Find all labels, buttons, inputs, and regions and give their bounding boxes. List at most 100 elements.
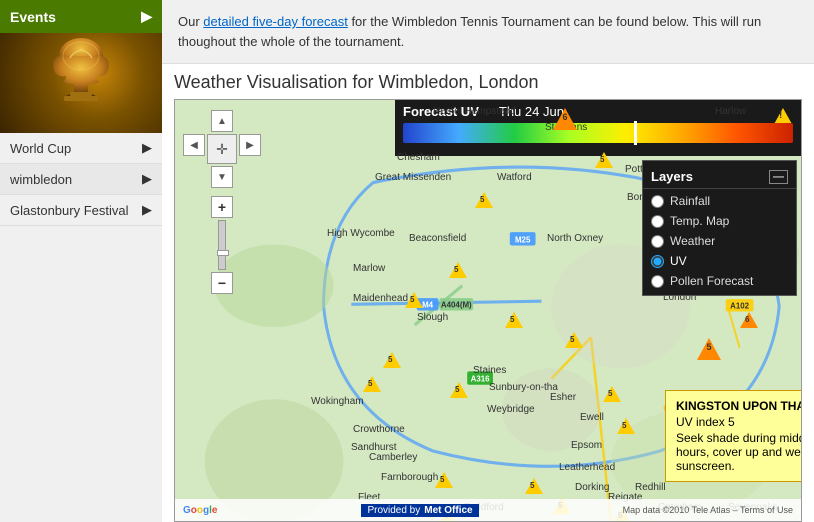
sidebar-item-world-cup[interactable]: World Cup ▶	[0, 133, 162, 164]
svg-text:M4: M4	[422, 300, 433, 309]
uv-triangle-icon	[603, 386, 621, 402]
sidebar-title: Events	[10, 9, 56, 25]
uv-triangle-icon	[435, 472, 453, 488]
sidebar-item-label: wimbledon	[10, 172, 72, 187]
sidebar-item-label: Glastonbury Festival	[10, 203, 129, 218]
uv-marker	[449, 262, 467, 278]
map-background: A316 M25 M4 A404(M) A102	[175, 100, 801, 521]
layer-radio-weather[interactable]	[651, 235, 664, 248]
uv-triangle-icon	[740, 312, 758, 328]
uv-marker	[565, 332, 583, 348]
zoom-slider[interactable]	[218, 220, 226, 270]
uv-triangle-icon	[383, 352, 401, 368]
nav-controls: ▲ ◀ ✛ ▶ ▼ + −	[183, 110, 261, 294]
sidebar-item-wimbledon[interactable]: wimbledon ▶	[0, 164, 162, 195]
uv-marker	[505, 312, 523, 328]
sidebar: Events ▶ World Cup ▶ wimbledon	[0, 0, 162, 522]
nav-up-button[interactable]: ▲	[211, 110, 233, 132]
zoom-slider-thumb	[217, 250, 229, 256]
layer-radio-tempmap[interactable]	[651, 215, 664, 228]
nav-center-button[interactable]: ✛	[207, 134, 237, 164]
nav-right-button[interactable]: ▶	[239, 134, 261, 156]
sidebar-item-arrow-icon: ▶	[142, 202, 152, 218]
uv-triangle-icon	[405, 292, 423, 308]
sidebar-item-arrow-icon: ▶	[142, 171, 152, 187]
intro-box: Our detailed five-day forecast for the W…	[162, 0, 814, 64]
map-section: Weather Visualisation for Wimbledon, Lon…	[162, 64, 814, 522]
layer-label: Rainfall	[670, 194, 710, 208]
layers-panel: Layers — Rainfall Temp. Map Weather	[642, 160, 797, 296]
layer-item-pollen[interactable]: Pollen Forecast	[643, 271, 796, 291]
sidebar-arrow-icon: ▶	[141, 8, 152, 25]
sidebar-item-arrow-icon: ▶	[142, 140, 152, 156]
layer-label: UV	[670, 254, 687, 268]
layer-item-tempmap[interactable]: Temp. Map	[643, 211, 796, 231]
sidebar-nav: World Cup ▶ wimbledon ▶ Glastonbury Fest…	[0, 133, 162, 226]
metoffice-label: Met Office	[424, 505, 472, 516]
uv-triangle-icon	[505, 312, 523, 328]
layer-label: Weather	[670, 234, 715, 248]
uv-triangle-icon	[595, 152, 613, 168]
uv-triangle-icon	[617, 418, 635, 434]
metoffice-badge: Provided by Met Office	[361, 504, 478, 517]
uv-marker	[525, 478, 543, 494]
tooltip-uv: UV index 5	[676, 415, 802, 429]
forecast-gradient-bar	[403, 123, 793, 143]
uv-marker	[697, 338, 721, 360]
uv-triangle-icon	[697, 338, 721, 360]
layers-collapse-button[interactable]: —	[769, 170, 788, 184]
uv-marker	[740, 312, 758, 328]
uv-marker	[603, 386, 621, 402]
uv-marker	[595, 152, 613, 168]
trophy-icon	[46, 38, 116, 128]
uv-triangle-icon	[449, 262, 467, 278]
map-tooltip: KINGSTON UPON THAMES UV index 5 Seek sha…	[665, 390, 802, 482]
uv-marker	[405, 292, 423, 308]
svg-text:A316: A316	[471, 375, 490, 384]
uv-triangle-icon	[363, 376, 381, 392]
forecast-link[interactable]: detailed five-day forecast	[203, 14, 348, 29]
uv-marker	[435, 472, 453, 488]
uv-marker	[383, 352, 401, 368]
map-footer: Google Provided by Met Office Map data ©…	[175, 499, 801, 521]
forecast-bar: Forecast UV Thu 24 Jun	[395, 100, 801, 156]
layer-radio-uv[interactable]	[651, 255, 664, 268]
uv-marker	[363, 376, 381, 392]
sidebar-item-label: World Cup	[10, 141, 71, 156]
uv-triangle-icon	[450, 382, 468, 398]
tooltip-title: KINGSTON UPON THAMES	[676, 399, 802, 413]
layer-item-rainfall[interactable]: Rainfall	[643, 191, 796, 211]
layer-label: Temp. Map	[670, 214, 729, 228]
svg-text:M25: M25	[515, 235, 531, 244]
svg-text:A102: A102	[730, 301, 749, 310]
uv-marker	[553, 108, 577, 130]
google-logo: Google	[183, 505, 217, 516]
map-container[interactable]: A316 M25 M4 A404(M) A102	[174, 99, 802, 522]
layers-title: Layers	[651, 169, 693, 184]
svg-text:A404(M): A404(M)	[441, 300, 472, 309]
layer-radio-pollen[interactable]	[651, 275, 664, 288]
layers-header: Layers —	[643, 165, 796, 189]
nav-left-button[interactable]: ◀	[183, 134, 205, 156]
uv-triangle-icon	[553, 108, 577, 130]
intro-text-before: Our	[178, 14, 203, 29]
forecast-label: Forecast UV	[403, 104, 479, 119]
forecast-indicator	[634, 121, 637, 145]
uv-triangle-icon	[525, 478, 543, 494]
layer-radio-rainfall[interactable]	[651, 195, 664, 208]
sidebar-item-glastonbury[interactable]: Glastonbury Festival ▶	[0, 195, 162, 226]
uv-marker	[450, 382, 468, 398]
zoom-in-button[interactable]: +	[211, 196, 233, 218]
layer-label: Pollen Forecast	[670, 274, 753, 288]
zoom-out-button[interactable]: −	[211, 272, 233, 294]
main-content: Our detailed five-day forecast for the W…	[162, 0, 814, 522]
zoom-controls: + −	[211, 196, 233, 294]
nav-down-button[interactable]: ▼	[211, 166, 233, 188]
sidebar-image	[0, 33, 162, 133]
layer-item-weather[interactable]: Weather	[643, 231, 796, 251]
layer-item-uv[interactable]: UV	[643, 251, 796, 271]
uv-triangle-icon	[475, 192, 493, 208]
uv-triangle-icon	[565, 332, 583, 348]
sidebar-header: Events ▶	[0, 0, 162, 33]
provided-by-text: Provided by	[367, 505, 420, 516]
